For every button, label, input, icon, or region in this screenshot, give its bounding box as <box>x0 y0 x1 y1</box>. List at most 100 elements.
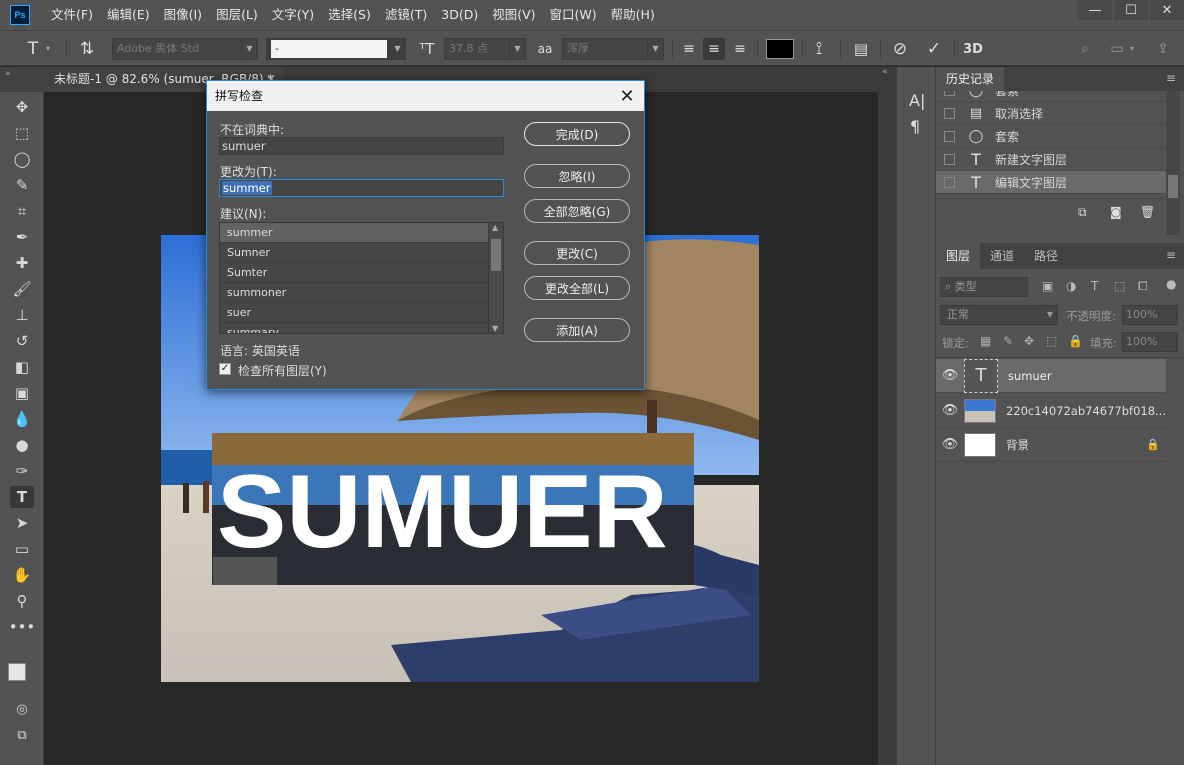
scroll-down-icon[interactable]: ▼ <box>492 324 498 333</box>
align-center-icon[interactable]: ≡ <box>703 38 725 60</box>
new-document-icon[interactable]: ⧉ <box>1078 205 1087 220</box>
font-size-input[interactable]: 37.8 点 ▼ <box>444 38 526 60</box>
history-checkbox[interactable] <box>944 130 955 142</box>
tab-history[interactable]: 历史记录 <box>936 67 1005 91</box>
chevron-down-icon[interactable]: ▾ <box>1130 38 1140 60</box>
eye-icon[interactable]: 👁 <box>936 368 964 383</box>
history-checkbox[interactable] <box>944 91 955 96</box>
cancel-edits-icon[interactable]: ⊘ <box>889 38 911 60</box>
lock-pixels-icon[interactable]: ✎ <box>1003 334 1013 348</box>
quick-mask-icon[interactable]: ◎ <box>10 698 34 720</box>
suggestion-item[interactable]: suer <box>220 303 488 323</box>
eyedropper-tool-icon[interactable]: ✒ <box>10 226 34 248</box>
rectangle-tool-icon[interactable]: ▭ <box>10 538 34 560</box>
eye-icon[interactable]: 👁 <box>936 403 964 418</box>
paragraph-panel-icon[interactable]: ¶ <box>910 117 920 136</box>
healing-brush-tool-icon[interactable]: ✚ <box>10 252 34 274</box>
tab-layers[interactable]: 图层 <box>936 243 981 269</box>
suggestion-item[interactable]: Sumner <box>220 243 488 263</box>
menu-help[interactable]: 帮助(H) <box>604 0 662 30</box>
history-item[interactable]: ◯ 套索 <box>936 91 1166 102</box>
marquee-tool-icon[interactable]: ⬚ <box>10 122 34 144</box>
history-brush-tool-icon[interactable]: ↺ <box>10 330 34 352</box>
camera-icon[interactable]: ◙ <box>1110 205 1122 219</box>
menu-file[interactable]: 文件(F) <box>44 0 100 30</box>
foreground-color-swatch[interactable] <box>8 663 26 681</box>
layer-row-selected[interactable]: 👁 T sumuer <box>936 358 1166 393</box>
character-panel-icon[interactable]: A| <box>909 91 925 110</box>
text-color-swatch[interactable] <box>766 39 794 59</box>
close-icon[interactable]: ✕ <box>616 85 638 107</box>
history-checkbox[interactable] <box>944 153 955 165</box>
lock-transparent-icon[interactable]: ▦ <box>980 334 991 348</box>
suggestion-item[interactable]: summer <box>220 223 488 243</box>
eye-icon[interactable]: 👁 <box>936 437 964 452</box>
screen-mode-icon[interactable]: ⧉ <box>10 724 34 746</box>
menu-edit[interactable]: 编辑(E) <box>100 0 157 30</box>
zoom-tool-icon[interactable]: ⚲ <box>10 590 34 612</box>
more-tools-icon[interactable]: ••• <box>9 616 36 638</box>
lock-position-icon[interactable]: ✥ <box>1024 334 1034 348</box>
fill-input[interactable]: 100% <box>1122 332 1178 352</box>
panel-menu-icon[interactable]: ≡ <box>1166 71 1176 85</box>
path-select-tool-icon[interactable]: ➤ <box>10 512 34 534</box>
history-item[interactable]: T 新建文字图层 <box>936 148 1166 171</box>
gradient-tool-icon[interactable]: ▣ <box>10 382 34 404</box>
trash-icon[interactable]: 🗑 <box>1140 205 1155 219</box>
text-orientation-icon[interactable]: ⇅ <box>76 38 98 60</box>
panel-menu-icon[interactable]: ≡ <box>1166 248 1176 262</box>
lasso-tool-icon[interactable]: ◯ <box>10 148 34 170</box>
type-tool-icon[interactable]: T <box>10 486 34 508</box>
workspace-icon[interactable]: ▭ <box>1106 38 1128 60</box>
ignore-all-button[interactable]: 全部忽略(G) <box>524 199 630 223</box>
antialias-select[interactable]: 浑厚 ▼ <box>562 38 664 60</box>
collapse-icon[interactable]: « <box>882 67 888 77</box>
done-button[interactable]: 完成(D) <box>524 122 630 146</box>
preset-caret-icon[interactable]: ▾ <box>46 38 58 60</box>
menu-type[interactable]: 文字(Y) <box>265 0 321 30</box>
share-icon[interactable]: ⇪ <box>1152 38 1174 60</box>
eraser-tool-icon[interactable]: ◧ <box>10 356 34 378</box>
filter-smart-icon[interactable]: ⧠ <box>1138 279 1148 294</box>
filter-pixel-icon[interactable]: ▣ <box>1042 279 1053 293</box>
align-right-icon[interactable]: ≡ <box>729 38 751 60</box>
collapse-icon[interactable]: » <box>5 69 11 79</box>
suggestions-scrollbar[interactable]: ▲ ▼ <box>488 223 503 333</box>
font-family-select[interactable]: Adobe 黑体 Std ▼ <box>112 38 258 60</box>
scroll-up-icon[interactable]: ▲ <box>492 223 498 232</box>
maximize-button[interactable]: ☐ <box>1114 0 1148 20</box>
align-left-icon[interactable]: ≡ <box>678 38 700 60</box>
commit-edits-icon[interactable]: ✓ <box>923 38 945 60</box>
lock-all-icon[interactable]: 🔒 <box>1068 334 1083 348</box>
filter-type-icon[interactable]: T <box>1091 279 1098 293</box>
layer-row[interactable]: 👁 220c14072ab74677bf018... <box>936 394 1166 428</box>
blend-mode-select[interactable]: 正常 ▼ <box>940 305 1058 325</box>
quick-select-tool-icon[interactable]: ✎ <box>10 174 34 196</box>
filter-shape-icon[interactable]: ⬚ <box>1114 279 1125 293</box>
pen-tool-icon[interactable]: ✑ <box>10 460 34 482</box>
lock-artboard-icon[interactable]: ⬚ <box>1046 334 1057 348</box>
change-to-input[interactable]: summer <box>219 179 504 197</box>
menu-view[interactable]: 视图(V) <box>485 0 542 30</box>
search-icon[interactable]: ⌕ <box>1074 38 1096 60</box>
suggestion-item[interactable]: Sumter <box>220 263 488 283</box>
font-style-select[interactable]: - ▼ <box>266 38 406 60</box>
menu-image[interactable]: 图像(I) <box>157 0 209 30</box>
minimize-button[interactable]: — <box>1078 0 1112 20</box>
history-checkbox[interactable] <box>944 107 955 119</box>
character-panel-icon[interactable]: ▤ <box>850 38 872 60</box>
menu-select[interactable]: 选择(S) <box>321 0 378 30</box>
3d-icon[interactable]: 3D <box>962 38 984 60</box>
suggestion-item[interactable]: summary <box>220 323 488 333</box>
add-button[interactable]: 添加(A) <box>524 318 630 342</box>
blur-tool-icon[interactable]: 💧 <box>10 408 34 430</box>
change-button[interactable]: 更改(C) <box>524 241 630 265</box>
menu-3d[interactable]: 3D(D) <box>434 0 485 30</box>
history-item-current[interactable]: T 编辑文字图层 <box>936 171 1166 194</box>
tab-paths[interactable]: 路径 <box>1024 243 1068 269</box>
menu-filter[interactable]: 滤镜(T) <box>378 0 434 30</box>
close-window-button[interactable]: ✕ <box>1150 0 1184 20</box>
dodge-tool-icon[interactable]: ● <box>10 434 34 456</box>
layer-row[interactable]: 👁 背景 🔒 <box>936 428 1166 462</box>
crop-tool-icon[interactable]: ⌗ <box>10 200 34 222</box>
